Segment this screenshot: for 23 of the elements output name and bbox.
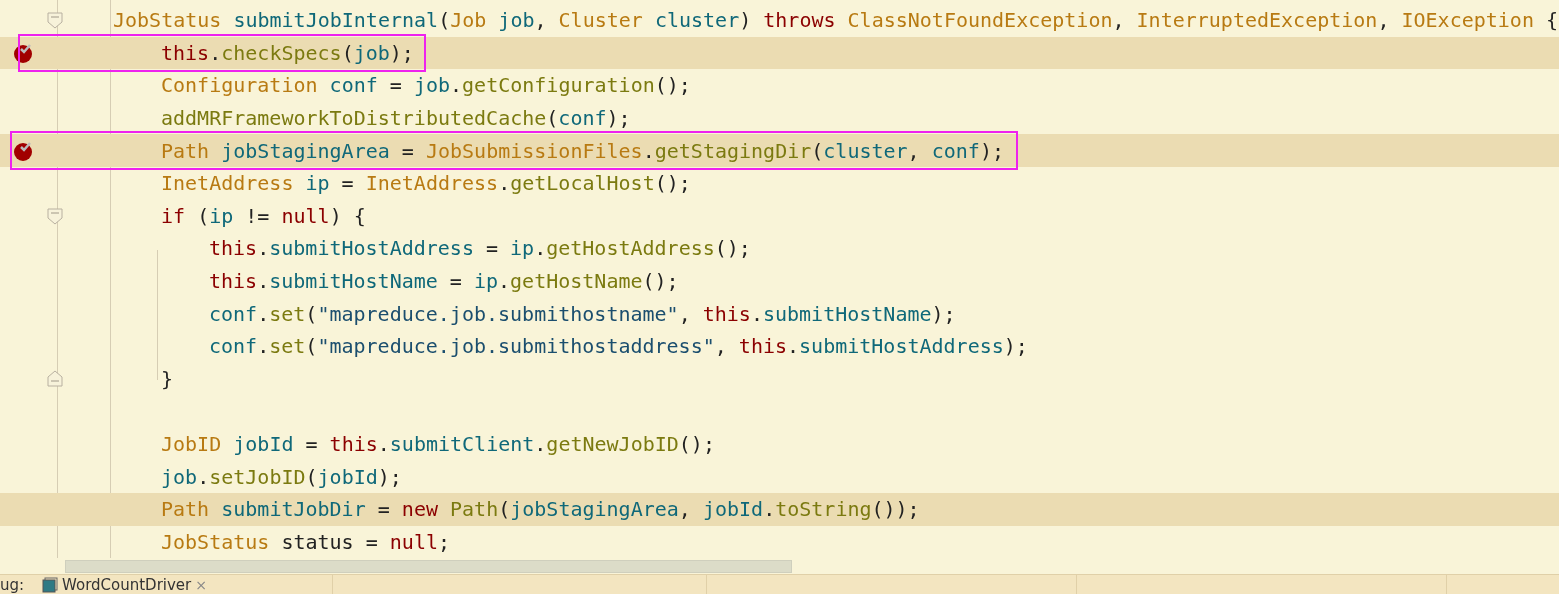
fold-icon[interactable] [46,369,64,388]
code-line: job.setJobID(jobId); [160,465,402,488]
code-line: JobStatus status = null; [160,530,450,553]
code-line: this.checkSpecs(job); [160,41,414,64]
code-line: InetAddress ip = InetAddress.getLocalHost(); [160,172,691,195]
code-line: Path submitJobDir = new Path(jobStagingArea, jobId.toString()); [160,498,920,521]
code-line: Path jobStagingArea = JobSubmissionFiles.getStagingDir(cluster, conf); [160,139,1004,162]
code-line: } [160,367,174,390]
code-line: conf.set("mapreduce.job.submithostname", this.submitHostName); [208,302,956,325]
fold-icon[interactable] [46,11,64,30]
code-line: conf.set("mapreduce.job.submithostaddress", this.submitHostAddress); [208,335,1028,358]
run-tab[interactable]: WordCountDriver [62,576,192,594]
code-line: Configuration conf = job.getConfiguration(); [160,74,691,97]
fold-icon[interactable] [46,206,64,225]
code-line: this.submitHostAddress = ip.getHostAddress(); [208,237,751,260]
code-line: addMRFrameworkToDistributedCache(conf); [160,107,631,130]
code-line: if (ip != null) { [160,204,366,227]
window-icon [42,577,58,593]
code-line: JobID jobId = this.submitClient.getNewJobID(); [160,433,715,455]
panel-label: ug: [0,576,26,594]
code-line: JobStatus submitJobInternal(Job job, Cluster cluster) throws ClassNotFoundException, InterruptedException, IOException { [112,9,1559,32]
code-line: this.submitHostName = ip.getHostName(); [208,270,679,293]
horizontal-scrollbar[interactable] [65,559,792,573]
